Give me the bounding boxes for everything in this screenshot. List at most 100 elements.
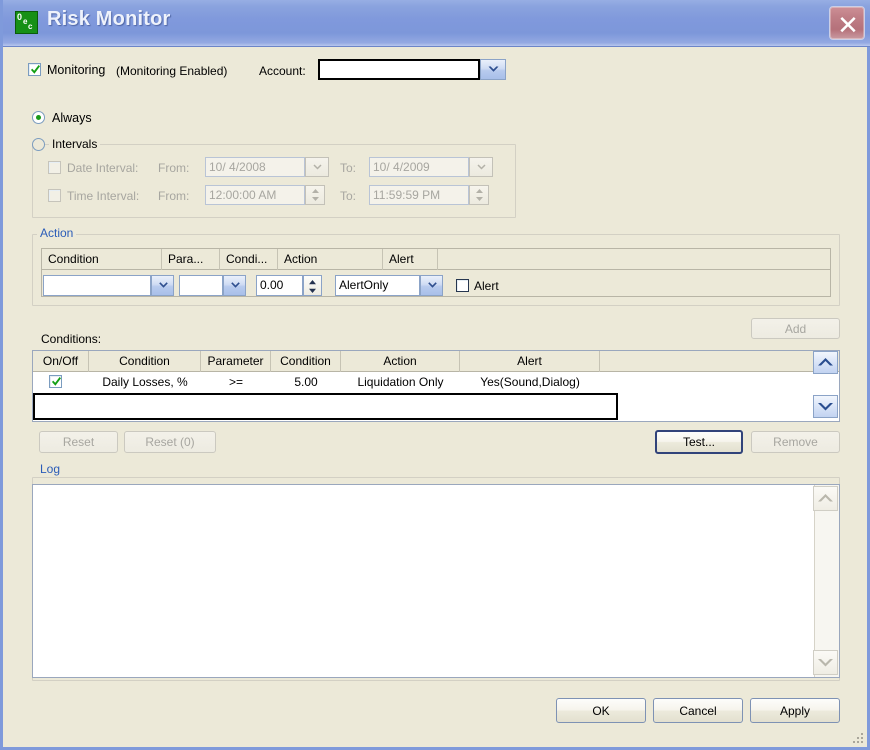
conditions-scroll-up-button[interactable] xyxy=(813,351,838,374)
date-to-input[interactable]: 10/ 4/2009 xyxy=(369,157,469,177)
action-col-condition2[interactable]: Condi... xyxy=(220,249,278,270)
action-col-parameter[interactable]: Para... xyxy=(162,249,220,270)
date-from-dropdown-button[interactable] xyxy=(305,157,329,177)
log-panel xyxy=(32,484,840,678)
action-col-spacer xyxy=(438,249,830,270)
scroll-down-icon xyxy=(818,659,833,667)
spinner-arrows-icon xyxy=(309,280,316,293)
conditions-scroll-down-button[interactable] xyxy=(813,395,838,418)
action-parameter-input[interactable] xyxy=(179,275,223,296)
date-to-label: To: xyxy=(340,161,357,175)
app-icon-glyph-e: e xyxy=(23,17,28,26)
action-number-input[interactable]: 0.00 xyxy=(256,275,303,296)
action-number-spinner[interactable] xyxy=(303,275,322,296)
conditions-new-row-editor[interactable] xyxy=(33,393,618,420)
chevron-down-icon xyxy=(231,282,240,288)
add-button[interactable]: Add xyxy=(751,318,840,339)
time-from-spinner[interactable] xyxy=(305,185,325,205)
log-scrollbar[interactable] xyxy=(814,485,839,677)
conditions-col-condition2[interactable]: Condition xyxy=(271,351,341,372)
action-type-dropdown-button[interactable] xyxy=(420,275,443,296)
row-spacer-cell xyxy=(600,372,819,392)
apply-button[interactable]: Apply xyxy=(750,698,840,723)
chevron-down-icon xyxy=(477,164,486,170)
window-title: Risk Monitor xyxy=(47,8,171,30)
intervals-groupbox xyxy=(32,144,516,218)
table-row[interactable]: Daily Losses, % >= 5.00 Liquidation Only… xyxy=(33,372,839,392)
intervals-radio[interactable] xyxy=(32,138,45,151)
conditions-col-action[interactable]: Action xyxy=(341,351,460,372)
app-icon-oec: 0 e c xyxy=(15,11,38,34)
time-to-input[interactable]: 11:59:59 PM xyxy=(369,185,469,205)
row-action-cell: Liquidation Only xyxy=(357,375,444,389)
scroll-up-icon xyxy=(818,494,833,502)
date-interval-checkbox[interactable] xyxy=(48,161,61,174)
account-dropdown-button[interactable] xyxy=(480,59,506,80)
action-alert-label: Alert xyxy=(474,279,499,293)
chevron-down-icon xyxy=(428,282,437,288)
row-condition-cell: Daily Losses, % xyxy=(102,375,188,389)
spinner-arrows-icon xyxy=(476,189,483,201)
conditions-col-parameter[interactable]: Parameter xyxy=(201,351,271,372)
row-onoff-checkbox[interactable] xyxy=(49,375,62,388)
row-condition2-cell: 5.00 xyxy=(294,375,318,389)
test-button[interactable]: Test... xyxy=(655,430,743,454)
close-icon xyxy=(840,17,856,33)
risk-monitor-dialog: 0 e c Risk Monitor Monitoring (Monitorin… xyxy=(0,0,870,750)
log-content[interactable] xyxy=(33,485,814,677)
time-interval-checkbox[interactable] xyxy=(48,189,61,202)
conditions-column-headers: On/Off Condition Parameter Condition Act… xyxy=(33,351,839,372)
app-icon-glyph-c: c xyxy=(28,22,33,31)
monitoring-checkbox[interactable] xyxy=(28,63,41,76)
app-icon-glyph-0: 0 xyxy=(17,12,23,22)
always-label: Always xyxy=(52,111,92,125)
resize-grip[interactable] xyxy=(851,731,865,745)
date-from-label: From: xyxy=(158,161,190,175)
action-parameter-dropdown-button[interactable] xyxy=(223,275,246,296)
conditions-col-condition[interactable]: Condition xyxy=(89,351,201,372)
conditions-grid: On/Off Condition Parameter Condition Act… xyxy=(32,350,840,422)
action-column-headers: Condition Para... Condi... Action Alert xyxy=(42,249,830,270)
scroll-up-icon xyxy=(818,358,833,366)
monitoring-status: (Monitoring Enabled) xyxy=(116,64,228,78)
conditions-col-alert[interactable]: Alert xyxy=(460,351,600,372)
title-bar[interactable]: 0 e c Risk Monitor xyxy=(3,0,870,47)
scroll-down-icon xyxy=(818,403,833,411)
radio-dot xyxy=(36,115,41,120)
account-input[interactable] xyxy=(318,59,480,80)
date-from-input[interactable]: 10/ 4/2008 xyxy=(205,157,305,177)
reset-count-button[interactable]: Reset (0) xyxy=(124,431,216,453)
log-scroll-up-button[interactable] xyxy=(813,486,838,511)
always-radio[interactable] xyxy=(32,111,45,124)
time-to-spinner[interactable] xyxy=(469,185,489,205)
row-parameter-cell: >= xyxy=(228,375,243,389)
action-col-action[interactable]: Action xyxy=(278,249,383,270)
account-label: Account: xyxy=(259,64,306,78)
ok-button[interactable]: OK xyxy=(556,698,646,723)
log-group-label: Log xyxy=(37,462,64,476)
action-col-alert[interactable]: Alert xyxy=(383,249,438,270)
date-interval-label: Date Interval: xyxy=(67,161,139,175)
chevron-down-icon xyxy=(159,282,168,288)
close-button[interactable] xyxy=(829,6,865,40)
action-col-condition[interactable]: Condition xyxy=(42,249,162,270)
conditions-col-spacer xyxy=(600,351,819,372)
checkmark-icon xyxy=(52,377,61,386)
checkmark-icon xyxy=(31,65,40,74)
action-group-label: Action xyxy=(37,226,77,240)
conditions-col-onoff[interactable]: On/Off xyxy=(33,351,89,372)
action-alert-checkbox[interactable] xyxy=(456,279,469,292)
time-interval-label: Time Interval: xyxy=(67,189,140,203)
action-condition-dropdown-button[interactable] xyxy=(151,275,174,296)
row-onoff-cell[interactable] xyxy=(33,372,89,392)
date-to-dropdown-button[interactable] xyxy=(469,157,493,177)
log-scroll-down-button[interactable] xyxy=(813,650,838,675)
reset-button[interactable]: Reset xyxy=(39,431,118,453)
action-type-input[interactable]: AlertOnly xyxy=(335,275,420,296)
cancel-button[interactable]: Cancel xyxy=(653,698,743,723)
time-from-label: From: xyxy=(158,189,190,203)
chevron-down-icon xyxy=(313,164,322,170)
time-from-input[interactable]: 12:00:00 AM xyxy=(205,185,305,205)
action-condition-input[interactable] xyxy=(43,275,151,296)
remove-button[interactable]: Remove xyxy=(751,431,840,453)
